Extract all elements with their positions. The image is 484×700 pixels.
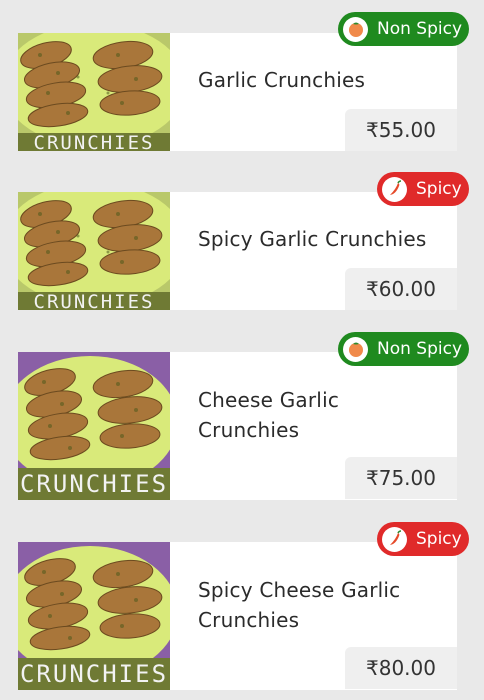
menu-item-list: CRUNCHIES Garlic Crunchies ₹55.00 Non Sp…: [0, 0, 484, 700]
item-name: Spicy Cheese Garlic Crunchies: [198, 578, 401, 632]
spicy-badge: Spicy: [377, 522, 469, 556]
non-spicy-badge: Non Spicy: [338, 332, 469, 366]
chili-pepper-icon: [382, 526, 407, 552]
tomato-icon: [343, 16, 368, 42]
item-name: Spicy Garlic Crunchies: [198, 227, 427, 251]
item-price: ₹55.00: [345, 109, 457, 151]
image-caption: CRUNCHIES: [19, 660, 169, 688]
badge-label: Non Spicy: [377, 339, 463, 359]
image-caption: CRUNCHIES: [19, 470, 169, 498]
item-name: Garlic Crunchies: [198, 68, 366, 92]
badge-label: Spicy: [416, 179, 462, 199]
image-caption: CRUNCHIES: [33, 291, 155, 310]
spicy-badge: Spicy: [377, 172, 469, 206]
menu-item-card[interactable]: CRUNCHIES Cheese Garlic Crunchies ₹75.00: [18, 352, 457, 500]
menu-item-card[interactable]: CRUNCHIES Spicy Garlic Crunchies ₹60.00: [18, 192, 457, 310]
non-spicy-badge: Non Spicy: [338, 12, 469, 46]
image-caption: CRUNCHIES: [33, 132, 155, 151]
menu-item-card[interactable]: CRUNCHIES Garlic Crunchies ₹55.00: [18, 33, 457, 151]
item-price: ₹80.00: [345, 647, 457, 689]
badge-label: Spicy: [416, 529, 462, 549]
chili-pepper-icon: [382, 176, 407, 202]
dish-image[interactable]: CRUNCHIES: [18, 33, 170, 151]
tomato-icon: [343, 336, 368, 362]
item-price: ₹75.00: [345, 457, 457, 499]
badge-label: Non Spicy: [377, 19, 463, 39]
item-name: Cheese Garlic Crunchies: [198, 388, 340, 442]
dish-image[interactable]: CRUNCHIES: [18, 542, 170, 690]
dish-image[interactable]: CRUNCHIES: [18, 192, 170, 310]
menu-item-card[interactable]: CRUNCHIES Spicy Cheese Garlic Crunchies …: [18, 542, 457, 690]
item-price: ₹60.00: [345, 268, 457, 310]
dish-image[interactable]: CRUNCHIES: [18, 352, 170, 500]
